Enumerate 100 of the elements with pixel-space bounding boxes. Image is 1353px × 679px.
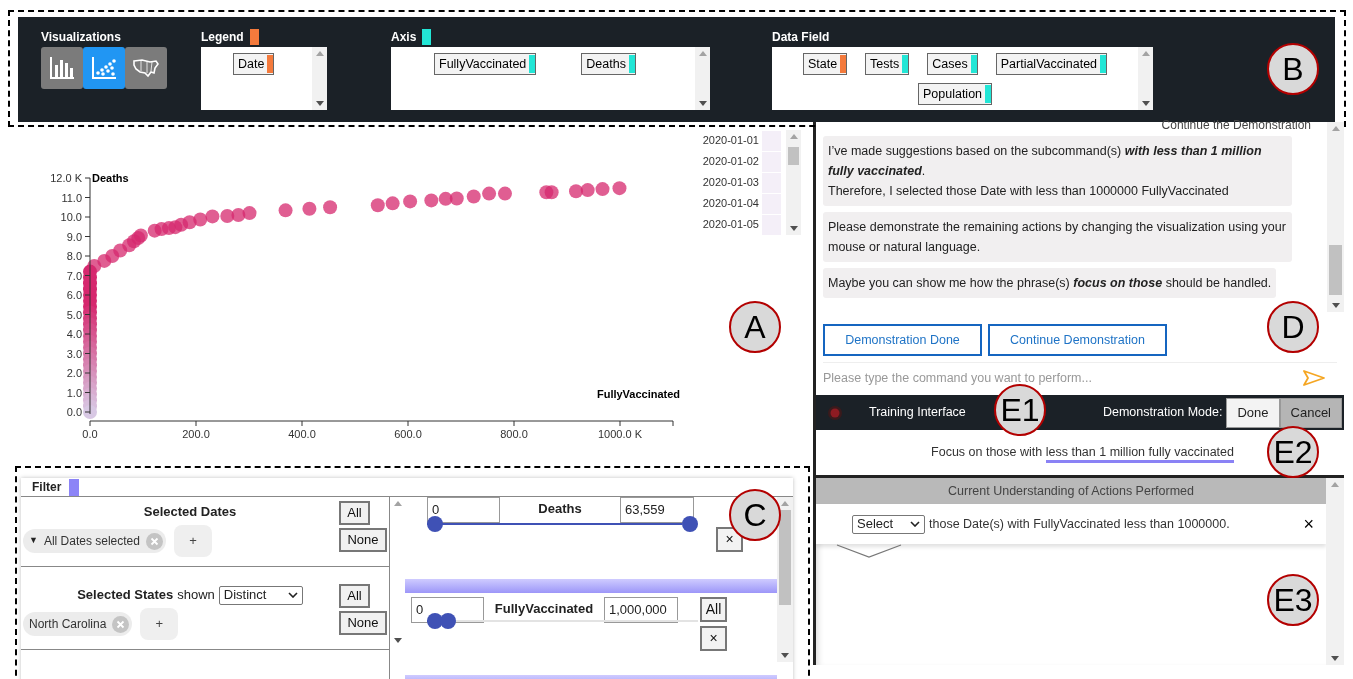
mode-button[interactable]: Done: [1226, 397, 1280, 428]
scatter-plot-icon: [91, 56, 117, 80]
filter-chip[interactable]: North Carolina: [23, 612, 133, 636]
remove-icon[interactable]: [145, 532, 163, 550]
section-label: Axis: [391, 29, 417, 46]
scroll-down-icon[interactable]: [1141, 101, 1150, 106]
message-text: Please demonstrate the remaining actions by changing the visualization using your mouse or natural language.: [828, 219, 1287, 256]
scrollbar[interactable]: [786, 130, 801, 235]
data-point: [580, 183, 595, 198]
scroll-up-icon[interactable]: [1331, 482, 1339, 487]
scroll-down-icon[interactable]: [393, 638, 402, 643]
data-point: [403, 194, 418, 209]
scroll-up-icon[interactable]: [393, 501, 402, 506]
scroll-down-icon[interactable]: [789, 226, 798, 231]
action-text: those Date(s) with FullyVaccinated less than 1000000.: [929, 515, 1230, 533]
filter-button[interactable]: ×: [700, 626, 727, 651]
field-chip[interactable]: FullyVaccinated: [434, 53, 537, 75]
callout-label: E3: [1267, 574, 1319, 626]
scroll-up-icon[interactable]: [315, 51, 324, 56]
data-point: [424, 193, 439, 208]
scroll-down-icon[interactable]: [698, 101, 707, 106]
field-chip[interactable]: PartialVaccinated: [995, 53, 1108, 75]
scroll-down-icon[interactable]: [315, 101, 324, 106]
field-chip[interactable]: Date: [233, 53, 275, 75]
max-input[interactable]: 1,000,000: [604, 597, 678, 623]
mode-button[interactable]: Cancel: [1279, 397, 1342, 428]
chevron-down-icon: [910, 521, 920, 527]
data-point: [97, 253, 112, 268]
remove-icon[interactable]: [112, 615, 130, 633]
slider-thumb[interactable]: [427, 516, 443, 532]
data-point: [323, 200, 338, 215]
scroll-up-icon[interactable]: [781, 501, 789, 506]
scroll-up-icon[interactable]: [698, 51, 707, 56]
data-point: [147, 223, 162, 238]
visualization-button[interactable]: [41, 47, 83, 89]
x-tick-label: 800.0: [500, 428, 528, 440]
y-tick-label: 2.0: [66, 367, 82, 379]
field-chip[interactable]: Deaths: [581, 53, 636, 75]
bar-chart-icon: [49, 56, 75, 80]
chip-label: All Dates selected: [43, 533, 140, 550]
scroll-up-icon[interactable]: [1331, 126, 1340, 131]
field-chip[interactable]: Cases: [927, 53, 978, 75]
scroll-down-icon[interactable]: [1331, 656, 1339, 661]
mode-dropdown[interactable]: Distinct: [218, 585, 303, 605]
scroll-up-icon[interactable]: [789, 134, 798, 139]
scrollbar[interactable]: [1327, 122, 1344, 312]
field-chip[interactable]: State: [802, 53, 848, 75]
legend-label: 2020-01-05: [701, 217, 759, 233]
slider-thumb[interactable]: [682, 516, 698, 532]
scrollbar[interactable]: [1326, 478, 1344, 665]
scrollbar[interactable]: [1138, 47, 1153, 110]
y-tick-label: 9.0: [66, 230, 82, 243]
x-axis-title: FullyVaccinated: [596, 388, 681, 400]
data-point: [220, 209, 235, 224]
chat-text: Continue the Demonstration: [1161, 117, 1311, 130]
scrollbar[interactable]: [312, 47, 327, 110]
scroll-down-icon[interactable]: [781, 653, 789, 658]
x-tick-label: 600.0: [394, 428, 422, 440]
filter-button[interactable]: All: [339, 501, 370, 525]
y-tick-label: 8.0: [66, 250, 82, 262]
chevron-down-icon: [287, 592, 298, 598]
chat-button[interactable]: Demonstration Done: [823, 324, 982, 356]
data-point: [595, 182, 610, 197]
x-tick-label: 0.0: [82, 428, 98, 440]
close-button[interactable]: ×: [1303, 515, 1314, 533]
scrollbar-thumb[interactable]: [779, 510, 791, 605]
filter-button[interactable]: ×: [716, 527, 743, 552]
data-point: [539, 185, 554, 200]
send-icon[interactable]: [1303, 370, 1325, 386]
filter-button[interactable]: All: [339, 584, 370, 608]
data-point: [278, 203, 293, 218]
dropdown-caret[interactable]: ▼: [29, 534, 38, 548]
section-label: Legend: [201, 29, 244, 46]
data-point: [612, 181, 627, 196]
scrollbar[interactable]: [695, 47, 710, 110]
filter-button[interactable]: None: [339, 528, 387, 552]
message-text: Maybe you can show me how the phrase(s) focus on those should be handled.: [828, 275, 1272, 292]
scroll-up-icon[interactable]: [1141, 51, 1150, 56]
max-input[interactable]: 63,559: [620, 497, 694, 523]
field-chip[interactable]: Tests: [865, 53, 910, 75]
visualization-button[interactable]: [83, 47, 125, 89]
filter-chip[interactable]: ▼ All Dates selected: [23, 529, 166, 553]
action-dropdown[interactable]: Select: [852, 514, 925, 534]
filter-button[interactable]: All: [700, 597, 727, 622]
scrollbar-thumb[interactable]: [788, 147, 799, 165]
add-button[interactable]: +: [173, 525, 212, 557]
visualization-button[interactable]: [125, 47, 167, 89]
min-input[interactable]: 0: [427, 497, 500, 523]
panel-header: Current Understanding of Actions Performed: [816, 478, 1326, 504]
filter-label: Filter: [32, 479, 62, 496]
scrollbar[interactable]: [777, 497, 793, 662]
add-button[interactable]: +: [140, 608, 179, 640]
scrollbar-thumb[interactable]: [1329, 245, 1342, 295]
scroll-down-icon[interactable]: [1331, 303, 1340, 308]
range-slider[interactable]: [427, 516, 698, 532]
data-point: [385, 196, 400, 211]
data-point: [482, 186, 497, 201]
chat-button[interactable]: Continue Demonstration: [988, 324, 1167, 356]
field-chip[interactable]: Population: [917, 83, 993, 105]
filter-button[interactable]: None: [339, 611, 387, 635]
